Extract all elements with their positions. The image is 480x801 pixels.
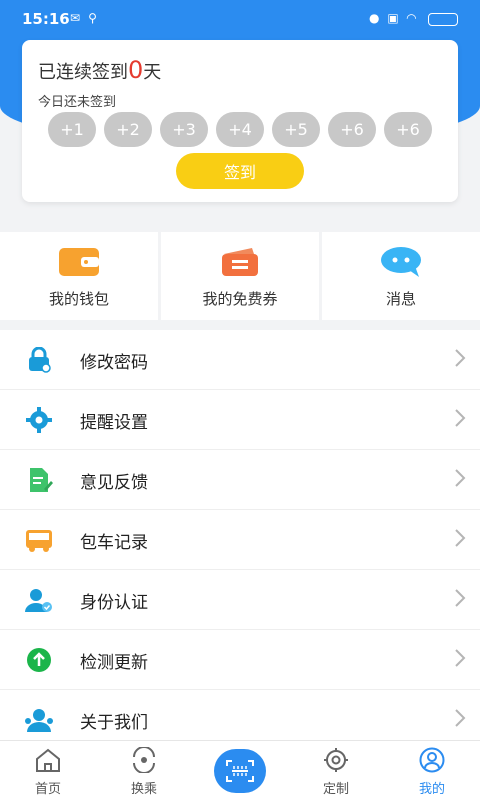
menu-item-check-update[interactable]: 检测更新 xyxy=(0,630,480,690)
menu-item-change-password[interactable]: 修改密码 xyxy=(0,330,480,390)
chevron-right-icon xyxy=(455,709,466,727)
checkin-button[interactable]: 签到 xyxy=(176,153,304,189)
quick-link-wallet[interactable]: 我的钱包 xyxy=(0,232,158,320)
menu-item-label: 意见反馈 xyxy=(80,473,148,493)
quick-links: 我的钱包 我的免费券 消息 xyxy=(0,232,480,320)
menu-item-label: 修改密码 xyxy=(80,353,148,373)
chevron-right-icon xyxy=(455,409,466,427)
chevron-right-icon xyxy=(455,589,466,607)
bus-icon xyxy=(26,530,52,552)
menu-item-charter-records[interactable]: 包车记录 xyxy=(0,510,480,570)
profile-icon xyxy=(419,747,445,773)
day-bubble: +5 xyxy=(272,112,320,147)
menu-item-label: 包车记录 xyxy=(80,533,148,553)
menu-item-label: 关于我们 xyxy=(80,713,148,733)
checkin-card: 已连续签到0天 今日还未签到 +1 +2 +3 +4 +5 +6 +6 签到 xyxy=(22,40,458,202)
tab-transfer[interactable]: 换乘 xyxy=(104,741,184,801)
day-bubble: +6 xyxy=(328,112,376,147)
chevron-right-icon xyxy=(455,469,466,487)
chevron-right-icon xyxy=(455,529,466,547)
quick-link-coupon[interactable]: 我的免费券 xyxy=(161,232,319,320)
day-bubble: +1 xyxy=(48,112,96,147)
status-time: 15:16 xyxy=(22,10,70,28)
message-icon xyxy=(381,247,421,277)
coupon-icon xyxy=(222,248,258,276)
status-left-icons: ✉ ⚲ xyxy=(70,11,97,25)
menu-item-identity-verification[interactable]: 身份认证 xyxy=(0,570,480,630)
tab-label: 我的 xyxy=(418,782,445,797)
tab-profile[interactable]: 我的 xyxy=(392,741,472,801)
tab-label: 换乘 xyxy=(130,782,157,797)
custom-icon xyxy=(324,748,348,772)
menu-item-label: 身份认证 xyxy=(80,593,148,613)
quick-link-label: 消息 xyxy=(385,290,416,308)
streak-days: 0 xyxy=(128,56,144,84)
streak-suffix: 天 xyxy=(143,62,162,83)
checkin-streak: 已连续签到0天 xyxy=(38,56,161,84)
day-bubble: +3 xyxy=(160,112,208,147)
mail-icon: ✉ xyxy=(70,11,81,25)
wallet-icon xyxy=(59,248,99,276)
scan-icon xyxy=(226,760,254,782)
status-bar: 15:16 ✉ ⚲ ● ▣ ◠ xyxy=(0,0,480,38)
menu-item-feedback[interactable]: 意见反馈 xyxy=(0,450,480,510)
status-right-icons: ● ▣ ◠ xyxy=(369,11,416,25)
user-verify-icon xyxy=(25,589,52,612)
today-status: 今日还未签到 xyxy=(38,95,117,110)
quick-link-label: 我的钱包 xyxy=(48,290,109,308)
sim-icon: ▣ xyxy=(387,11,399,25)
quick-link-label: 我的免费券 xyxy=(202,290,278,308)
lock-icon xyxy=(29,347,51,373)
gear-icon xyxy=(26,407,52,433)
chevron-right-icon xyxy=(455,349,466,367)
scan-qr-button[interactable] xyxy=(214,749,266,793)
battery-icon xyxy=(428,13,458,26)
menu-item-reminder-settings[interactable]: 提醒设置 xyxy=(0,390,480,450)
settings-menu: 修改密码 提醒设置 意见反馈 包车记录 身份认证 检测更新 关于我们 xyxy=(0,330,480,750)
update-icon xyxy=(27,648,51,672)
usb-icon: ⚲ xyxy=(88,11,97,25)
menu-item-label: 提醒设置 xyxy=(80,413,148,433)
quick-link-message[interactable]: 消息 xyxy=(322,232,480,320)
about-icon xyxy=(25,709,53,732)
checkin-days: +1 +2 +3 +4 +5 +6 +6 xyxy=(48,112,432,147)
day-bubble: +2 xyxy=(104,112,152,147)
tab-home[interactable]: 首页 xyxy=(8,741,88,801)
streak-prefix: 已连续签到 xyxy=(38,62,128,83)
tab-label: 首页 xyxy=(34,782,61,797)
day-bubble: +4 xyxy=(216,112,264,147)
wifi-icon: ◠ xyxy=(406,11,416,25)
location-icon: ● xyxy=(368,11,380,25)
home-icon xyxy=(36,748,60,772)
menu-item-label: 检测更新 xyxy=(80,653,148,673)
day-bubble: +6 xyxy=(384,112,432,147)
feedback-icon xyxy=(30,468,53,492)
tab-label: 定制 xyxy=(322,782,349,797)
chevron-right-icon xyxy=(455,649,466,667)
tab-custom[interactable]: 定制 xyxy=(296,741,376,801)
transfer-icon xyxy=(133,747,155,773)
